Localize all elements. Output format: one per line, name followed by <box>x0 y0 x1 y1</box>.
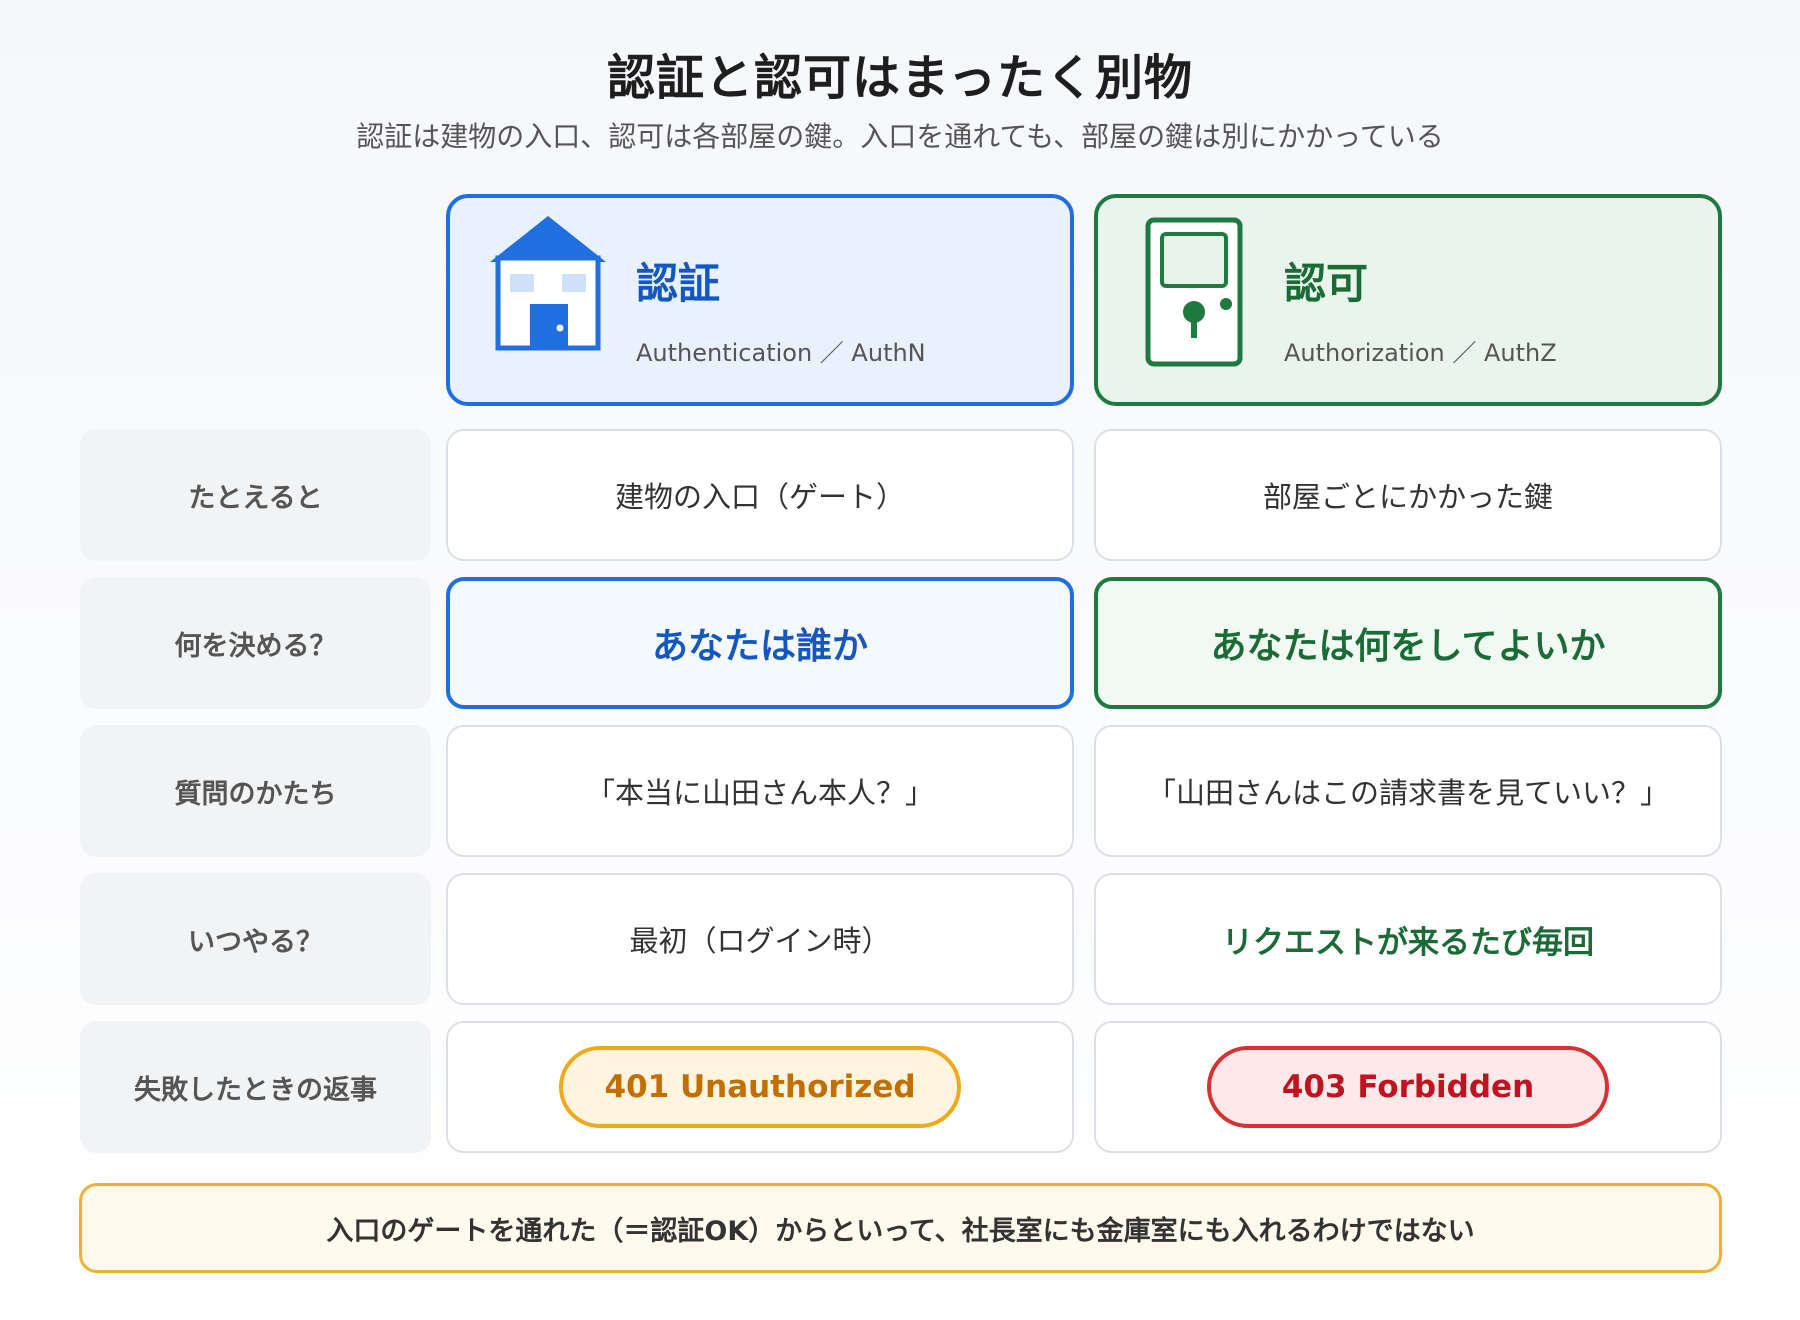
page-title: 認証と認可はまったく別物 <box>606 50 1194 106</box>
authz-question-cell: 「山田さんはこの請求書を見ていい？」 <box>1094 725 1722 857</box>
page-subtitle: 認証は建物の入口、認可は各部屋の鍵。入口を通れても、部屋の鍵は別にかかっている <box>356 120 1444 153</box>
row-label-question: 質問のかたち <box>80 725 431 857</box>
authz-failure-cell: 403 Forbidden <box>1094 1021 1722 1153</box>
authn-failure-cell: 401 Unauthorized <box>446 1021 1074 1153</box>
status-badge-401: 401 Unauthorized <box>559 1046 961 1128</box>
authn-when-cell: 最初（ログイン時） <box>446 873 1074 1005</box>
row-label-when: いつやる？ <box>80 873 431 1005</box>
authz-title: 認可 <box>1284 259 1369 308</box>
house-icon <box>486 208 610 362</box>
row-label-failure: 失敗したときの返事 <box>80 1021 431 1153</box>
authz-header-card: 認可 Authorization ／ AuthZ <box>1094 194 1722 406</box>
row-label-analogy: たとえると <box>80 429 431 561</box>
authn-subtitle: Authentication ／ AuthN <box>636 339 926 367</box>
authz-when-text: リクエストが来るたび毎回 <box>1222 924 1594 961</box>
footer-note: 入口のゲートを通れた（＝認証OK）からといって、社長室にも金庫室にも入れるわけで… <box>79 1183 1722 1273</box>
authn-question-cell: 「本当に山田さん本人？」 <box>446 725 1074 857</box>
authz-subtitle: Authorization ／ AuthZ <box>1284 339 1557 367</box>
authn-analogy-cell: 建物の入口（ゲート） <box>446 429 1074 561</box>
status-badge-403: 403 Forbidden <box>1207 1046 1609 1128</box>
door-icon <box>1134 208 1258 372</box>
authz-analogy-cell: 部屋ごとにかかった鍵 <box>1094 429 1722 561</box>
authn-header-card: 認証 Authentication ／ AuthN <box>446 194 1074 406</box>
authz-when-cell: リクエストが来るたび毎回 <box>1094 873 1722 1005</box>
authn-title: 認証 <box>636 259 721 308</box>
authn-decides-cell: あなたは誰か <box>446 577 1074 709</box>
authz-decides-cell: あなたは何をしてよいか <box>1094 577 1722 709</box>
row-label-decides: 何を決める？ <box>80 577 431 709</box>
